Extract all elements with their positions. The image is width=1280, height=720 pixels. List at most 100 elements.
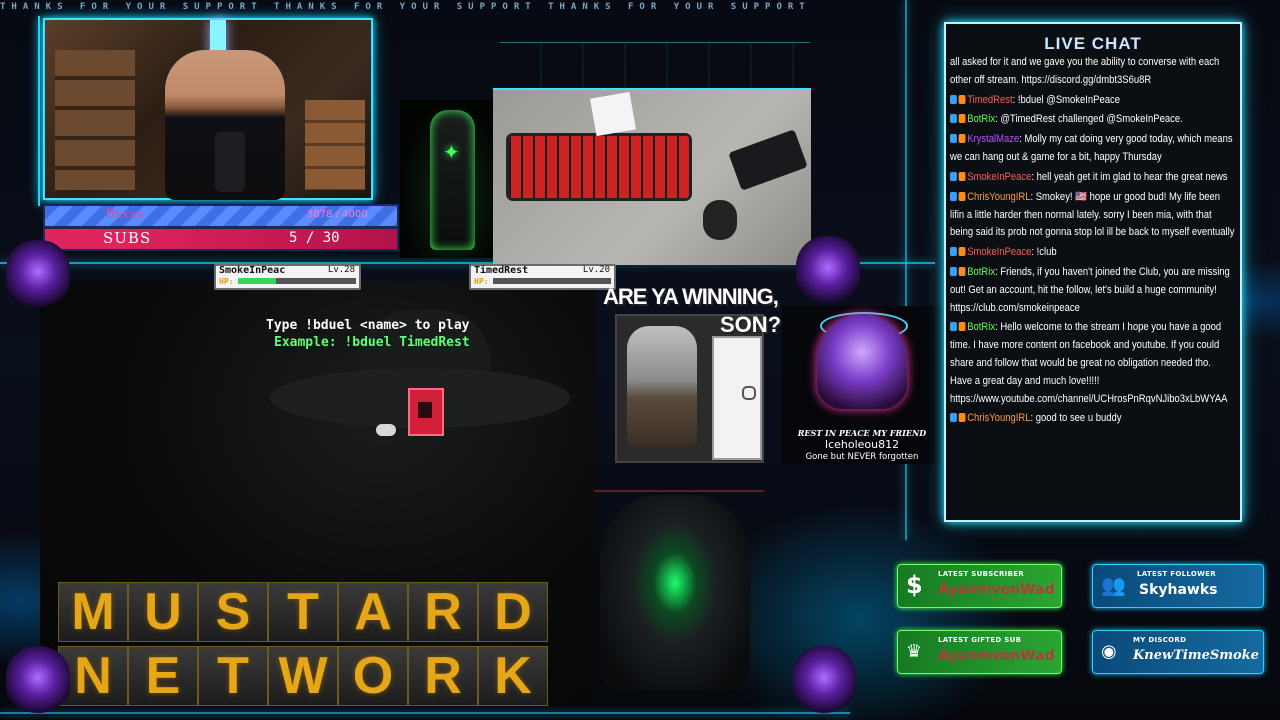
chat-message: TimedRest: !bduel @SmokeInPeace [950, 92, 1235, 110]
chat-message: KrystalMaze: Molly my cat doing very goo… [950, 131, 1235, 167]
widget-label: LATEST FOLLOWER [1137, 570, 1216, 578]
support-ticker: THANKS FOR YOUR SUPPORT THANKS FOR YOUR … [0, 2, 811, 12]
mouse [703, 200, 737, 240]
badge-icon [950, 247, 957, 257]
badge-icon [950, 266, 957, 276]
meme-caption-line1: ARE YA WINNING, [603, 284, 779, 309]
door [712, 336, 762, 460]
frame-line [0, 712, 850, 714]
duel-example: Example: !bduel TimedRest [274, 335, 470, 350]
chat-username[interactable]: SmokeInPeace [967, 246, 1031, 258]
doorknob [742, 386, 756, 400]
player1-name: SmokeInPeac [219, 265, 286, 276]
microphone [215, 132, 245, 192]
badge-icon [958, 114, 966, 124]
chat-text: : @TimedRest challenged @SmokeInPeace. [995, 113, 1183, 126]
chat-message: BotRix: @TimedRest challenged @SmokeInPe… [950, 111, 1235, 129]
chat-text: : !club [1031, 246, 1057, 259]
memorial-subtitle: Gone but NEVER forgotten [805, 452, 919, 462]
chat-title: LIVE CHAT [1044, 34, 1142, 53]
goal-label: Bxxxx [105, 207, 144, 222]
paper [590, 91, 636, 137]
chat-text: : Hello welcome to the stream I hope you… [950, 321, 1228, 405]
badge-icon [958, 266, 966, 276]
badge-icon [958, 247, 966, 257]
latest-subscriber-widget: $ LATEST SUBSCRIBER AyanmvonWad [897, 564, 1062, 608]
brand-letter: R [408, 582, 478, 642]
webcam-feed [43, 18, 373, 200]
sprite-inner [418, 402, 432, 418]
chat-username[interactable]: SmokeInPeace [967, 171, 1031, 183]
white-sprite [376, 424, 396, 436]
desk-camera [493, 88, 811, 265]
subs-value: 5 / 30 [289, 230, 340, 246]
skull-image [817, 314, 907, 409]
brand-letter: R [408, 646, 478, 706]
brand-letter: W [268, 646, 338, 706]
chat-message: SmokeInPeace: !club [950, 244, 1235, 262]
brand-letter: T [268, 582, 338, 642]
chat-username[interactable]: ChrisYoungIRL [967, 191, 1030, 203]
dresser [305, 100, 365, 190]
chat-message: BotRix: Hello welcome to the stream I ho… [950, 319, 1235, 408]
badge-icon [958, 134, 966, 144]
latest-gifted-sub-widget: ♛ LATEST GIFTED SUB AyanmvonWad [897, 630, 1062, 674]
player1-hp-label: HP: [219, 277, 234, 286]
widget-value: Skyhawks [1139, 582, 1218, 598]
badge-icon [958, 191, 966, 201]
brand-letter: S [198, 582, 268, 642]
widget-value: AyanmvonWad [938, 648, 1055, 664]
chat-username[interactable]: ChrisYoungIRL [967, 412, 1030, 424]
brand-letter: M [58, 582, 128, 642]
widget-label: LATEST SUBSCRIBER [938, 570, 1024, 578]
badge-icon [950, 171, 957, 181]
brand-letter: T [198, 646, 268, 706]
chat-message: SmokeInPeace: hell yeah get it im glad t… [950, 169, 1235, 187]
mustard-network-logo: MUSTARD NETWORK [58, 582, 553, 710]
chat-message: BotRix: Friends, if you haven't joined t… [950, 264, 1235, 317]
keyboard [509, 136, 689, 198]
brand-letter: U [128, 582, 198, 642]
player1-hp-box: SmokeInPeac Lv.28 HP: [214, 264, 361, 290]
chat-log[interactable]: all asked for it and we gave you the abi… [950, 54, 1236, 516]
chat-message: ChrisYoungIRL: good to see u buddy [950, 410, 1235, 428]
leaf-icon: ✦ [443, 140, 460, 164]
widget-label: LATEST GIFTED SUB [938, 636, 1022, 644]
chat-text: all asked for it and we gave you the abi… [950, 56, 1220, 86]
goal-bar: Bxxxx 3878 / 4000 [43, 204, 399, 228]
chat-username[interactable]: BotRix [967, 321, 995, 333]
badge-icon [958, 171, 966, 181]
badge-icon [958, 413, 966, 423]
badge-icon [958, 322, 966, 332]
player1-level: Lv.28 [327, 265, 355, 275]
chat-message: ChrisYoungIRL: Smokey! 🇺🇸 hope ur good b… [950, 189, 1235, 242]
armored-warrior-image [600, 495, 750, 690]
badge-icon [950, 134, 957, 144]
brand-letter: O [338, 646, 408, 706]
skull-icon [796, 236, 860, 306]
duel-instruction: Type !bduel <name> to play [266, 318, 470, 333]
chat-username[interactable]: BotRix [967, 113, 995, 125]
badge-icon [950, 94, 957, 104]
player1-hp-fill [238, 278, 276, 284]
player2-hp-label: HP: [474, 277, 489, 286]
chat-text: : good to see u buddy [1030, 412, 1122, 425]
brand-letter: A [338, 582, 408, 642]
discord-widget[interactable]: ◉ MY DISCORD KnewTimeSmoke [1092, 630, 1264, 674]
dollar-icon: $ [906, 571, 923, 599]
discord-icon: ◉ [1101, 641, 1117, 662]
goal-value: 3878 / 4000 [307, 209, 368, 220]
chat-message: all asked for it and we gave you the abi… [950, 54, 1235, 90]
brand-letter: K [478, 646, 548, 706]
chat-username[interactable]: TimedRest [967, 94, 1012, 106]
chat-username[interactable]: KrystalMaze [967, 133, 1019, 145]
latest-follower-widget: 👥 LATEST FOLLOWER Skyhawks [1092, 564, 1264, 608]
chat-username[interactable]: BotRix [967, 266, 995, 278]
mandalorian-figure [627, 326, 697, 446]
chat-text: : hell yeah get it im glad to hear the g… [1031, 170, 1228, 183]
subs-label: SUBS [103, 229, 152, 247]
widget-value: KnewTimeSmoke [1133, 648, 1259, 663]
crown-icon: ♛ [906, 641, 923, 662]
brand-letter: E [128, 646, 198, 706]
bookshelf [55, 50, 135, 190]
